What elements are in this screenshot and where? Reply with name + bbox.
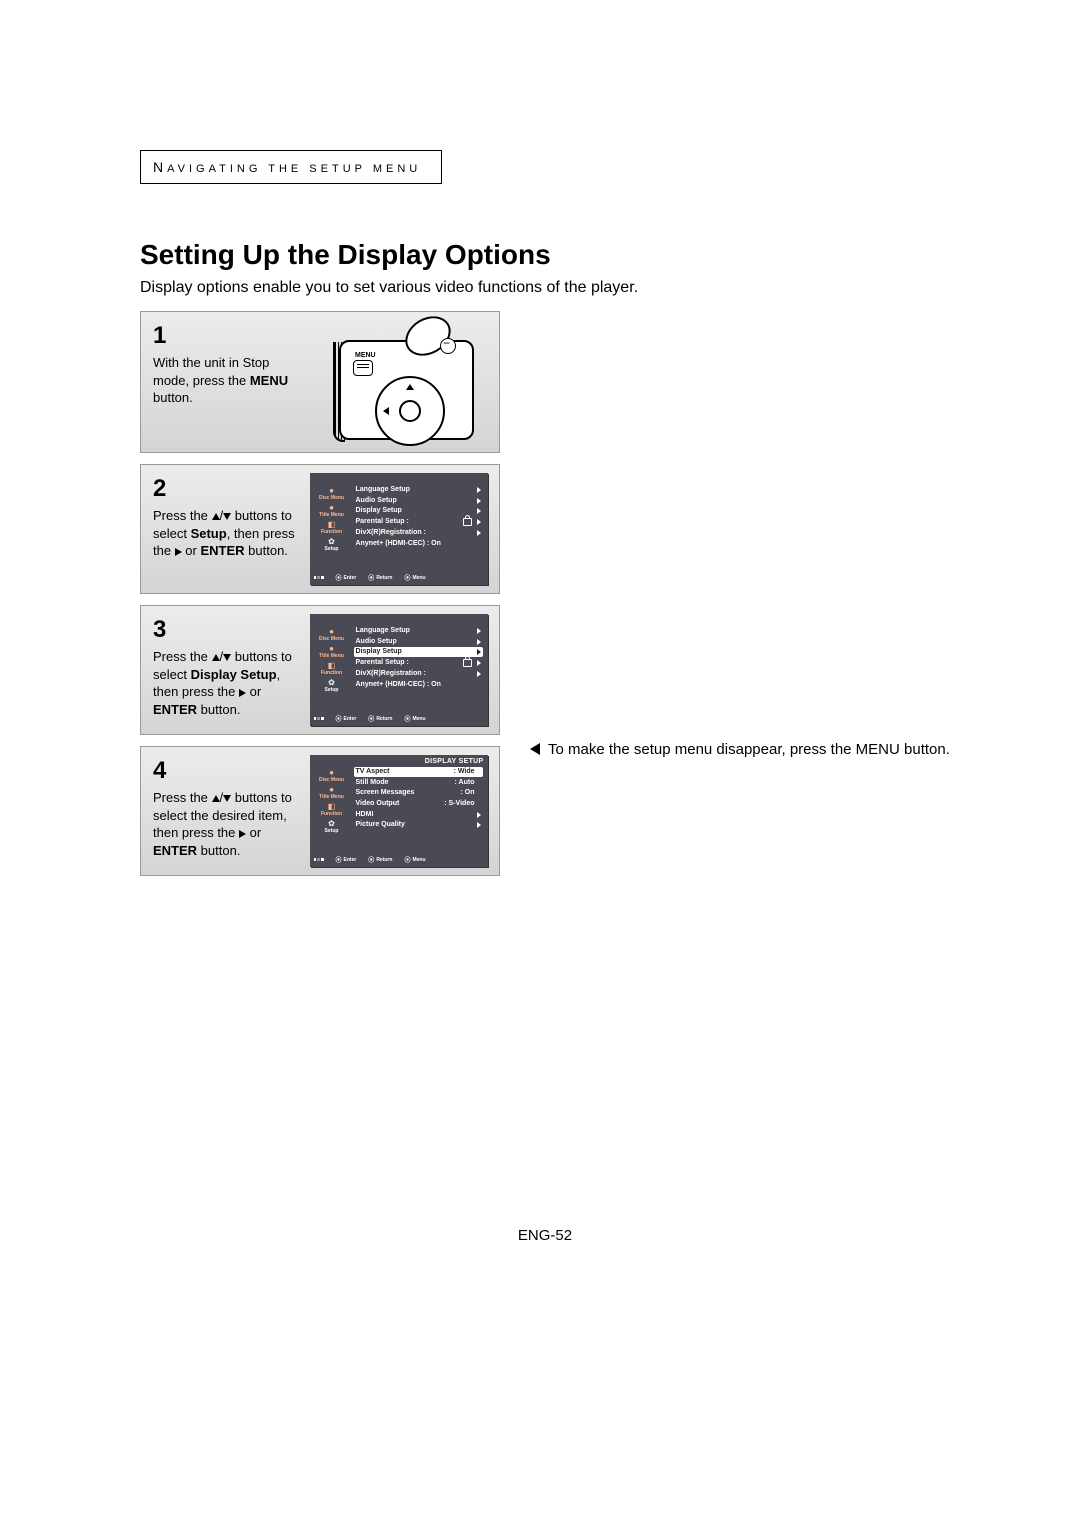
right-arrow-icon	[239, 830, 246, 838]
breadcrumb-rest: AVIGATING THE SETUP MENU	[167, 163, 421, 175]
lock-icon	[463, 518, 472, 526]
step-2-t1: Press the	[153, 508, 212, 523]
arrow-right-icon	[477, 671, 481, 677]
note-arrow-icon	[530, 743, 540, 755]
step-4: 4 Press the / buttons to select the desi…	[140, 746, 500, 876]
remote-menu-button-icon	[353, 360, 373, 376]
osd-footer: Enter Return Menu	[310, 571, 488, 585]
remote-dpad-icon	[375, 376, 445, 446]
step-3-number: 3	[153, 614, 298, 646]
step-1-text-b: button.	[153, 390, 193, 405]
osd-main-list: Language Setup Audio Setup Display Setup…	[354, 485, 485, 571]
osd-title: DISPLAY SETUP	[310, 755, 488, 766]
osd-row-highlighted: Display Setup	[354, 647, 483, 657]
step-3-bold1: Display Setup	[191, 667, 277, 682]
osd-sidebar: ●Disc Menu ●Title Menu ◧Function ✿Setup	[313, 485, 351, 571]
step-1-bold: MENU	[250, 373, 288, 388]
remote-menu-label: MENU	[355, 352, 376, 359]
osd-main-list: Language Setup Audio Setup Display Setup…	[354, 626, 485, 712]
step-3-t1: Press the	[153, 649, 212, 664]
breadcrumb-cap: N	[153, 159, 167, 175]
arrow-right-icon	[477, 639, 481, 645]
page-title: Setting Up the Display Options	[140, 239, 950, 271]
step-4-number: 4	[153, 755, 298, 787]
arrow-right-icon	[477, 628, 481, 634]
down-arrow-icon	[223, 513, 231, 520]
osd-footer: Enter Return Menu	[310, 853, 488, 867]
breadcrumb: NAVIGATING THE SETUP MENU	[140, 150, 442, 184]
arrow-right-icon	[477, 519, 481, 525]
note-content: To make the setup menu disappear, press …	[548, 741, 950, 760]
step-3-t4: or	[246, 684, 261, 699]
up-arrow-icon	[212, 795, 220, 802]
step-3-t5: button.	[197, 702, 240, 717]
step-1-number: 1	[153, 320, 298, 352]
remote-illustration: MENU	[321, 322, 476, 442]
remote-small-button-icon	[440, 338, 456, 354]
lock-icon	[463, 659, 472, 667]
up-arrow-icon	[212, 654, 220, 661]
intro-text: Display options enable you to set variou…	[140, 279, 950, 297]
step-2: 2 Press the / buttons to select Setup, t…	[140, 464, 500, 594]
arrow-right-icon	[477, 812, 481, 818]
arrow-right-icon	[477, 498, 481, 504]
up-arrow-icon	[212, 513, 220, 520]
step-2-t5: button.	[245, 543, 288, 558]
step-2-bold2: ENTER	[200, 543, 244, 558]
page-number: ENG-52	[140, 1227, 950, 1244]
step-1: 1 With the unit in Stop mode, press the …	[140, 311, 500, 453]
arrow-right-icon	[477, 822, 481, 828]
osd-footer: Enter Return Menu	[310, 712, 488, 726]
osd-row-highlighted: TV Aspect: Wide	[354, 767, 483, 777]
osd-display-setup-screenshot: DISPLAY SETUP ●Disc Menu ●Title Menu ◧Fu…	[310, 755, 488, 867]
arrow-right-icon	[477, 530, 481, 536]
step-4-bold2: ENTER	[153, 843, 197, 858]
osd-sidebar: ●Disc Menu ●Title Menu ◧Function ✿Setup	[313, 626, 351, 712]
osd-setup-highlight-screenshot: . ●Disc Menu ●Title Menu ◧Function ✿Setu…	[310, 614, 488, 726]
step-3-bold2: ENTER	[153, 702, 197, 717]
arrow-right-icon	[477, 649, 481, 655]
arrow-right-icon	[477, 660, 481, 666]
step-3: 3 Press the / buttons to select Display …	[140, 605, 500, 735]
down-arrow-icon	[223, 795, 231, 802]
note-text: To make the setup menu disappear, press …	[530, 741, 950, 760]
osd-sidebar: ●Disc Menu ●Title Menu ◧Function ✿Setup	[313, 767, 351, 853]
osd-main-list: TV Aspect: Wide Still Mode: Auto Screen …	[354, 767, 485, 853]
step-4-t1: Press the	[153, 790, 212, 805]
osd-setup-screenshot: . ●Disc Menu ●Title Menu ◧Function ✿Setu…	[310, 473, 488, 585]
down-arrow-icon	[223, 654, 231, 661]
arrow-right-icon	[477, 487, 481, 493]
right-arrow-icon	[175, 548, 182, 556]
arrow-right-icon	[477, 508, 481, 514]
step-2-t4: or	[182, 543, 201, 558]
step-4-t3: or	[246, 825, 261, 840]
right-arrow-icon	[239, 689, 246, 697]
step-2-bold1: Setup	[191, 526, 227, 541]
step-2-number: 2	[153, 473, 298, 505]
step-4-t4: button.	[197, 843, 240, 858]
